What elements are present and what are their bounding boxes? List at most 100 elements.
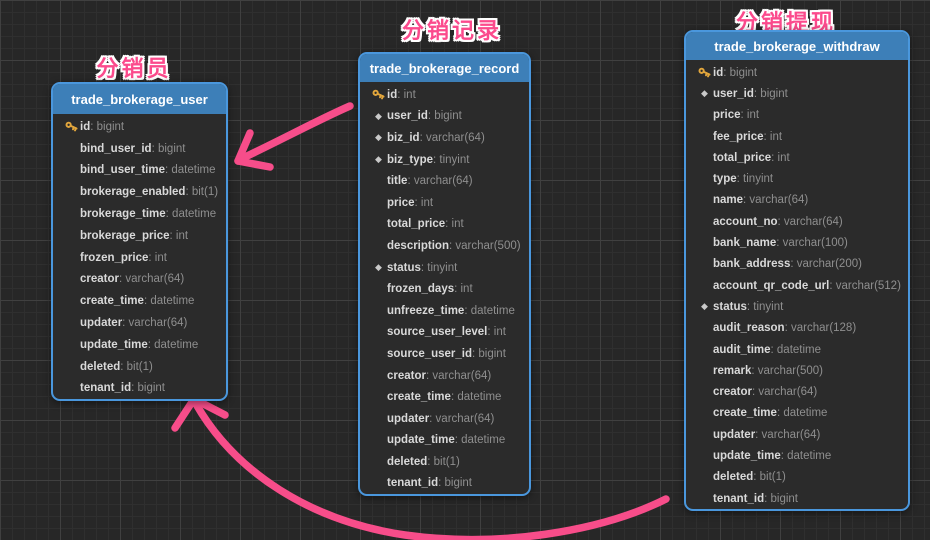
table-node-trade-brokerage-record[interactable]: trade_brokerage_record id: int◆user_id: …: [358, 52, 531, 496]
field-type: : bigint: [472, 348, 506, 360]
field-row-brokerage_enabled: brokerage_enabled: bit(1): [53, 181, 226, 203]
field-name: update_time: [80, 339, 148, 351]
field-name: id: [713, 67, 723, 79]
field-row-total_price: total_price: int: [686, 147, 908, 168]
field-row-audit_reason: audit_reason: varchar(128): [686, 318, 908, 339]
table-title[interactable]: trade_brokerage_user: [53, 84, 226, 114]
field-type: : varchar(64): [755, 429, 820, 441]
field-name: biz_id: [387, 132, 420, 144]
field-name: brokerage_time: [80, 208, 166, 220]
field-type: : bigint: [428, 110, 462, 122]
field-row-id: id: bigint: [686, 62, 908, 83]
field-name: updater: [80, 317, 122, 329]
field-type: : datetime: [165, 164, 216, 176]
field-name: tenant_id: [80, 382, 131, 394]
field-row-bank_address: bank_address: varchar(200): [686, 254, 908, 275]
field-name: user_id: [713, 88, 754, 100]
field-row-bind_user_time: bind_user_time: datetime: [53, 160, 226, 182]
field-type: : bigint: [754, 88, 788, 100]
field-type: : bigint: [131, 382, 165, 394]
field-type: : bigint: [90, 121, 124, 133]
field-type: : tinyint: [747, 301, 783, 313]
field-type: : varchar(64): [429, 413, 494, 425]
field-row-id: id: int: [360, 84, 529, 106]
field-type: : bigint: [438, 477, 472, 489]
field-type: : bigint: [723, 67, 757, 79]
field-name: creator: [713, 386, 752, 398]
field-row-brokerage_time: brokerage_time: datetime: [53, 203, 226, 225]
field-name: type: [713, 173, 737, 185]
field-type: : bigint: [152, 143, 186, 155]
field-row-id: id: bigint: [53, 116, 226, 138]
diagram-canvas[interactable]: 分销员 分销记录 分销提现 trade_brokerage_user id: b…: [0, 0, 930, 540]
table-title[interactable]: trade_brokerage_record: [360, 54, 529, 82]
table-fields: id: bigintbind_user_id: bigintbind_user_…: [53, 114, 226, 399]
field-type: : varchar(100): [776, 237, 848, 249]
primary-key-icon: [372, 88, 385, 101]
table-label-user[interactable]: 分销员: [96, 51, 171, 83]
field-type: : int: [741, 109, 760, 121]
field-row-frozen_days: frozen_days: int: [360, 278, 529, 300]
field-type: : datetime: [781, 450, 832, 462]
field-name: update_time: [387, 434, 455, 446]
field-name: name: [713, 194, 743, 206]
field-row-updater: updater: varchar(64): [53, 312, 226, 334]
index-diamond-icon: ◆: [696, 88, 713, 99]
field-type: : int: [487, 326, 506, 338]
field-name: frozen_price: [80, 252, 148, 264]
field-row-user_id: ◆user_id: bigint: [360, 106, 529, 128]
field-name: user_id: [387, 110, 428, 122]
field-name: deleted: [80, 361, 120, 373]
field-row-title: title: varchar(64): [360, 170, 529, 192]
arrow-to-user-table-icon[interactable]: [238, 106, 350, 167]
field-type: : varchar(64): [426, 370, 491, 382]
field-row-deleted: deleted: bit(1): [53, 356, 226, 378]
field-type: : varchar(500): [751, 365, 823, 377]
table-node-trade-brokerage-withdraw[interactable]: trade_brokerage_withdraw id: bigint◆user…: [684, 30, 910, 511]
field-row-status: ◆status: tinyint: [360, 257, 529, 279]
field-name: create_time: [80, 295, 144, 307]
field-type: : datetime: [771, 344, 822, 356]
field-row-unfreeze_time: unfreeze_time: datetime: [360, 300, 529, 322]
table-title[interactable]: trade_brokerage_withdraw: [686, 32, 908, 60]
field-name: title: [387, 175, 407, 187]
field-type: : datetime: [144, 295, 195, 307]
field-row-biz_type: ◆biz_type: tinyint: [360, 149, 529, 171]
table-label-record[interactable]: 分销记录: [402, 13, 502, 45]
index-diamond-icon: ◆: [370, 111, 387, 122]
field-name: id: [387, 89, 397, 101]
field-type: : tinyint: [421, 262, 457, 274]
field-name: biz_type: [387, 154, 433, 166]
field-name: price: [387, 197, 415, 209]
field-row-source_user_id: source_user_id: bigint: [360, 343, 529, 365]
field-name: unfreeze_time: [387, 305, 464, 317]
field-type: : varchar(64): [407, 175, 472, 187]
field-name: bind_user_time: [80, 164, 165, 176]
field-name: deleted: [387, 456, 427, 468]
primary-key-icon: [65, 120, 78, 133]
field-row-status: ◆status: tinyint: [686, 296, 908, 317]
field-type: : bit(1): [427, 456, 460, 468]
field-row-bind_user_id: bind_user_id: bigint: [53, 138, 226, 160]
field-type: : bit(1): [753, 471, 786, 483]
field-name: create_time: [387, 391, 451, 403]
field-name: bank_address: [713, 258, 790, 270]
field-row-creator: creator: varchar(64): [53, 269, 226, 291]
field-name: account_no: [713, 216, 778, 228]
index-diamond-icon: ◆: [370, 132, 387, 143]
field-name: tenant_id: [713, 493, 764, 505]
table-node-trade-brokerage-user[interactable]: trade_brokerage_user id: bigintbind_user…: [51, 82, 228, 401]
table-fields: id: int◆user_id: bigint◆biz_id: varchar(…: [360, 82, 529, 494]
field-row-create_time: create_time: datetime: [686, 403, 908, 424]
field-row-creator: creator: varchar(64): [686, 381, 908, 402]
field-type: : int: [170, 230, 189, 242]
field-type: : datetime: [455, 434, 506, 446]
field-name: account_qr_code_url: [713, 280, 829, 292]
field-type: : int: [771, 152, 790, 164]
field-name: status: [387, 262, 421, 274]
field-name: create_time: [713, 407, 777, 419]
field-name: description: [387, 240, 449, 252]
field-row-account_no: account_no: varchar(64): [686, 211, 908, 232]
field-name: updater: [713, 429, 755, 441]
field-row-tenant_id: tenant_id: bigint: [53, 378, 226, 400]
